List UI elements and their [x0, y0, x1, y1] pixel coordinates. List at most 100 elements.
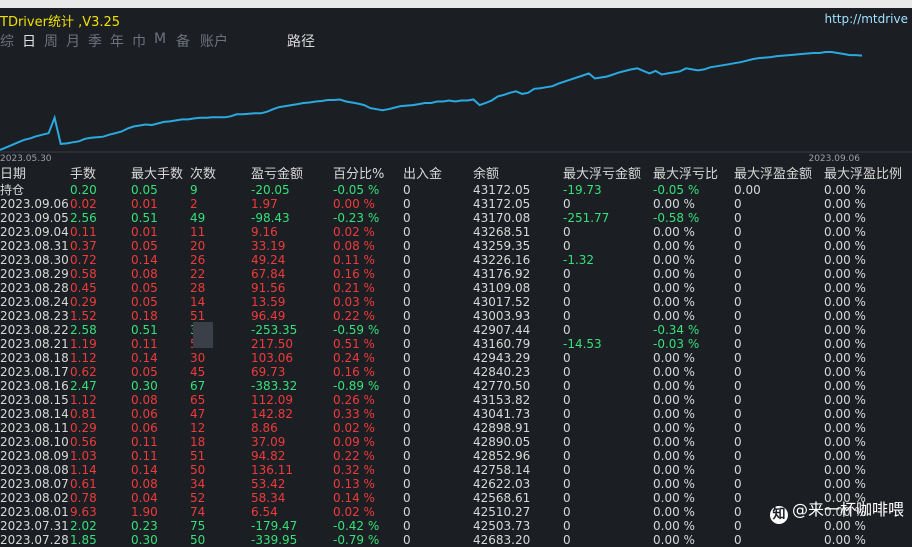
app-url-link[interactable]: http://mtdrive	[824, 12, 908, 26]
table-cell-bal: 43176.92	[473, 267, 531, 281]
column-header[interactable]: 手数	[70, 167, 96, 183]
table-cell-lots: 1.85	[70, 533, 97, 547]
table-cell-maxlots: 0.08	[131, 477, 158, 491]
table-cell-mfpp: 0.00 %	[824, 407, 866, 421]
table-cell-mfp: 0	[734, 281, 742, 295]
table-cell-mfp: 0	[734, 295, 742, 309]
column-header[interactable]: 出入金	[403, 167, 442, 183]
equity-curve-chart: 2023.05.30 2023.09.06	[0, 51, 912, 164]
table-cell-maxlots: 0.05	[131, 239, 158, 253]
table-row[interactable]: 2023.09.06 0.02 0.01 2 1.97 0.00 % 0 43172.05 0 0…	[0, 197, 912, 211]
table-cell-date: 2023.08.17	[0, 365, 69, 379]
watermark: 知 @来一杯咖啡喂	[769, 496, 904, 524]
table-cell-bal: 42503.73	[473, 519, 531, 533]
table-row[interactable]: 2023.08.17 0.62 0.05 45 69.73 0.16 % 0 42840.23…	[0, 365, 912, 379]
table-cell-count: 67	[190, 379, 206, 393]
table-cell-lots: 1.12	[70, 393, 97, 407]
table-cell-lots: 0.02	[70, 197, 97, 211]
table-cell-count: 47	[190, 407, 206, 421]
x-end-label: 2023.09.06	[808, 154, 860, 164]
table-cell-lots: 0.37	[70, 239, 97, 253]
table-cell-maxlots: 0.01	[131, 197, 158, 211]
table-row[interactable]: 2023.09.04 0.11 0.01 11 9.16 0.02 % 0 43268.51 0…	[0, 225, 912, 239]
table-row[interactable]: 2023.09.05 2.56 0.51 49 -98.43 -0.23 % 0 43170.…	[0, 211, 912, 225]
table-cell-bal: 43160.79	[473, 337, 531, 351]
table-row[interactable]: 2023.08.31 0.37 0.05 20 33.19 0.08 % 0 43259.35…	[0, 239, 912, 253]
table-cell-pnl: 33.19	[251, 239, 286, 253]
table-cell-mflp: 0.00 %	[653, 351, 695, 365]
table-row[interactable]: 2023.07.28 1.85 0.30 50 -339.95 -0.79 % 0 42683…	[0, 533, 912, 547]
table-row[interactable]: 2023.08.30 0.72 0.14 26 49.24 0.11 % 0 43226.16…	[0, 253, 912, 267]
table-cell-count: 45	[190, 365, 206, 379]
table-cell-mfpp: 0.00 %	[824, 253, 866, 267]
table-cell-mfpp: 0.00 %	[824, 267, 866, 281]
table-row[interactable]: 2023.08.15 1.12 0.08 65 112.09 0.26 % 0 43153.8…	[0, 393, 912, 407]
table-cell-pct: 0.00 %	[333, 197, 375, 211]
table-cell-mfl: 0	[563, 393, 571, 407]
table-row[interactable]: 2023.08.16 2.47 0.30 67 -383.32 -0.89 % 0 42770…	[0, 379, 912, 393]
table-cell-lots: 0.58	[70, 267, 97, 281]
column-header[interactable]: 最大浮盈金额	[734, 167, 812, 183]
table-cell-io: 0	[403, 505, 411, 519]
table-row[interactable]: 2023.08.10 0.56 0.11 18 37.09 0.09 % 0 42890.05…	[0, 435, 912, 449]
table-cell-date: 2023.09.06	[0, 197, 69, 211]
table-cell-mfl: 0	[563, 351, 571, 365]
table-cell-maxlots: 0.08	[131, 267, 158, 281]
table-row[interactable]: 2023.08.23 1.52 0.18 51 96.49 0.22 % 0 43003.93…	[0, 309, 912, 323]
table-row[interactable]: 2023.08.24 0.29 0.05 14 13.59 0.03 % 0 43017.52…	[0, 295, 912, 309]
table-cell-pnl: 58.34	[251, 491, 286, 505]
table-cell-maxlots: 0.08	[131, 393, 158, 407]
table-cell-bal: 42622.03	[473, 477, 531, 491]
table-cell-pct: 0.11 %	[333, 253, 375, 267]
column-header[interactable]: 百分比%	[333, 167, 384, 183]
table-cell-io: 0	[403, 267, 411, 281]
table-cell-pct: 0.13 %	[333, 477, 375, 491]
column-header[interactable]: 日期	[0, 167, 26, 183]
table-cell-mfp: 0	[734, 449, 742, 463]
table-cell-lots: 0.11	[70, 225, 97, 239]
table-row[interactable]: 2023.08.08 1.14 0.14 50 136.11 0.32 % 0 42758.1…	[0, 463, 912, 477]
column-header[interactable]: 盈亏金额	[251, 167, 303, 183]
table-row[interactable]: 持仓 0.20 0.05 9 -20.05 -0.05 % 0 43172.05 -19.73 -…	[0, 183, 912, 197]
column-header[interactable]: 最大浮盈比例	[824, 167, 902, 183]
table-cell-mfp: 0	[734, 267, 742, 281]
column-header[interactable]: 最大手数	[131, 167, 183, 183]
table-cell-pnl: 49.24	[251, 253, 286, 267]
table-cell-date: 2023.08.01	[0, 505, 69, 519]
table-row[interactable]: 2023.08.14 0.81 0.06 47 142.82 0.33 % 0 43041.7…	[0, 407, 912, 421]
table-row[interactable]: 2023.08.07 0.61 0.08 34 53.42 0.13 % 0 42622.03…	[0, 477, 912, 491]
table-cell-mflp: 0.00 %	[653, 267, 695, 281]
table-cell-count: 2	[190, 197, 198, 211]
column-header[interactable]: 最大浮亏比	[653, 167, 718, 183]
table-row[interactable]: 2023.08.11 0.29 0.06 12 8.86 0.02 % 0 42898.91 0…	[0, 421, 912, 435]
column-header[interactable]: 次数	[190, 167, 216, 183]
table-cell-mfpp: 0.00 %	[824, 449, 866, 463]
table-cell-pnl: 103.06	[251, 351, 293, 365]
table-cell-mfl: 0	[563, 365, 571, 379]
table-cell-pct: 0.22 %	[333, 449, 375, 463]
table-row[interactable]: 2023.08.28 0.45 0.05 28 91.56 0.21 % 0 43109.08…	[0, 281, 912, 295]
table-cell-mfp: 0	[734, 365, 742, 379]
table-cell-maxlots: 0.18	[131, 309, 158, 323]
table-cell-mfpp: 0.00 %	[824, 379, 866, 393]
table-row[interactable]: 2023.08.18 1.12 0.14 30 103.06 0.24 % 0 42943.2…	[0, 351, 912, 365]
table-cell-maxlots: 0.11	[131, 337, 158, 351]
column-header[interactable]: 最大浮亏金额	[563, 167, 641, 183]
column-header[interactable]: 余额	[473, 167, 499, 183]
table-cell-mfl: 0	[563, 407, 571, 421]
tab-7[interactable]: M	[154, 31, 166, 47]
table-cell-count: 75	[190, 519, 206, 533]
table-cell-pnl: 6.54	[251, 505, 278, 519]
table-cell-maxlots: 0.51	[131, 323, 158, 337]
table-row[interactable]: 2023.08.211.190.1153217.500.51 %043160.7…	[0, 337, 912, 351]
table-cell-pnl: 96.49	[251, 309, 286, 323]
table-cell-bal: 43003.93	[473, 309, 531, 323]
table-cell-mfl: 0	[563, 281, 571, 295]
table-row[interactable]: 2023.08.29 0.58 0.08 22 67.84 0.16 % 0 43176.92…	[0, 267, 912, 281]
table-cell-maxlots: 0.14	[131, 253, 158, 267]
table-row[interactable]: 2023.08.222.580.5139-253.35-0.59 %042907…	[0, 323, 912, 337]
table-row[interactable]: 2023.08.09 1.03 0.11 51 94.82 0.22 % 0 42852.96…	[0, 449, 912, 463]
table-cell-mfl: -1.32	[563, 253, 595, 267]
table-cell-mflp: 0.00 %	[653, 407, 695, 421]
table-cell-mfp: 0	[734, 211, 742, 225]
